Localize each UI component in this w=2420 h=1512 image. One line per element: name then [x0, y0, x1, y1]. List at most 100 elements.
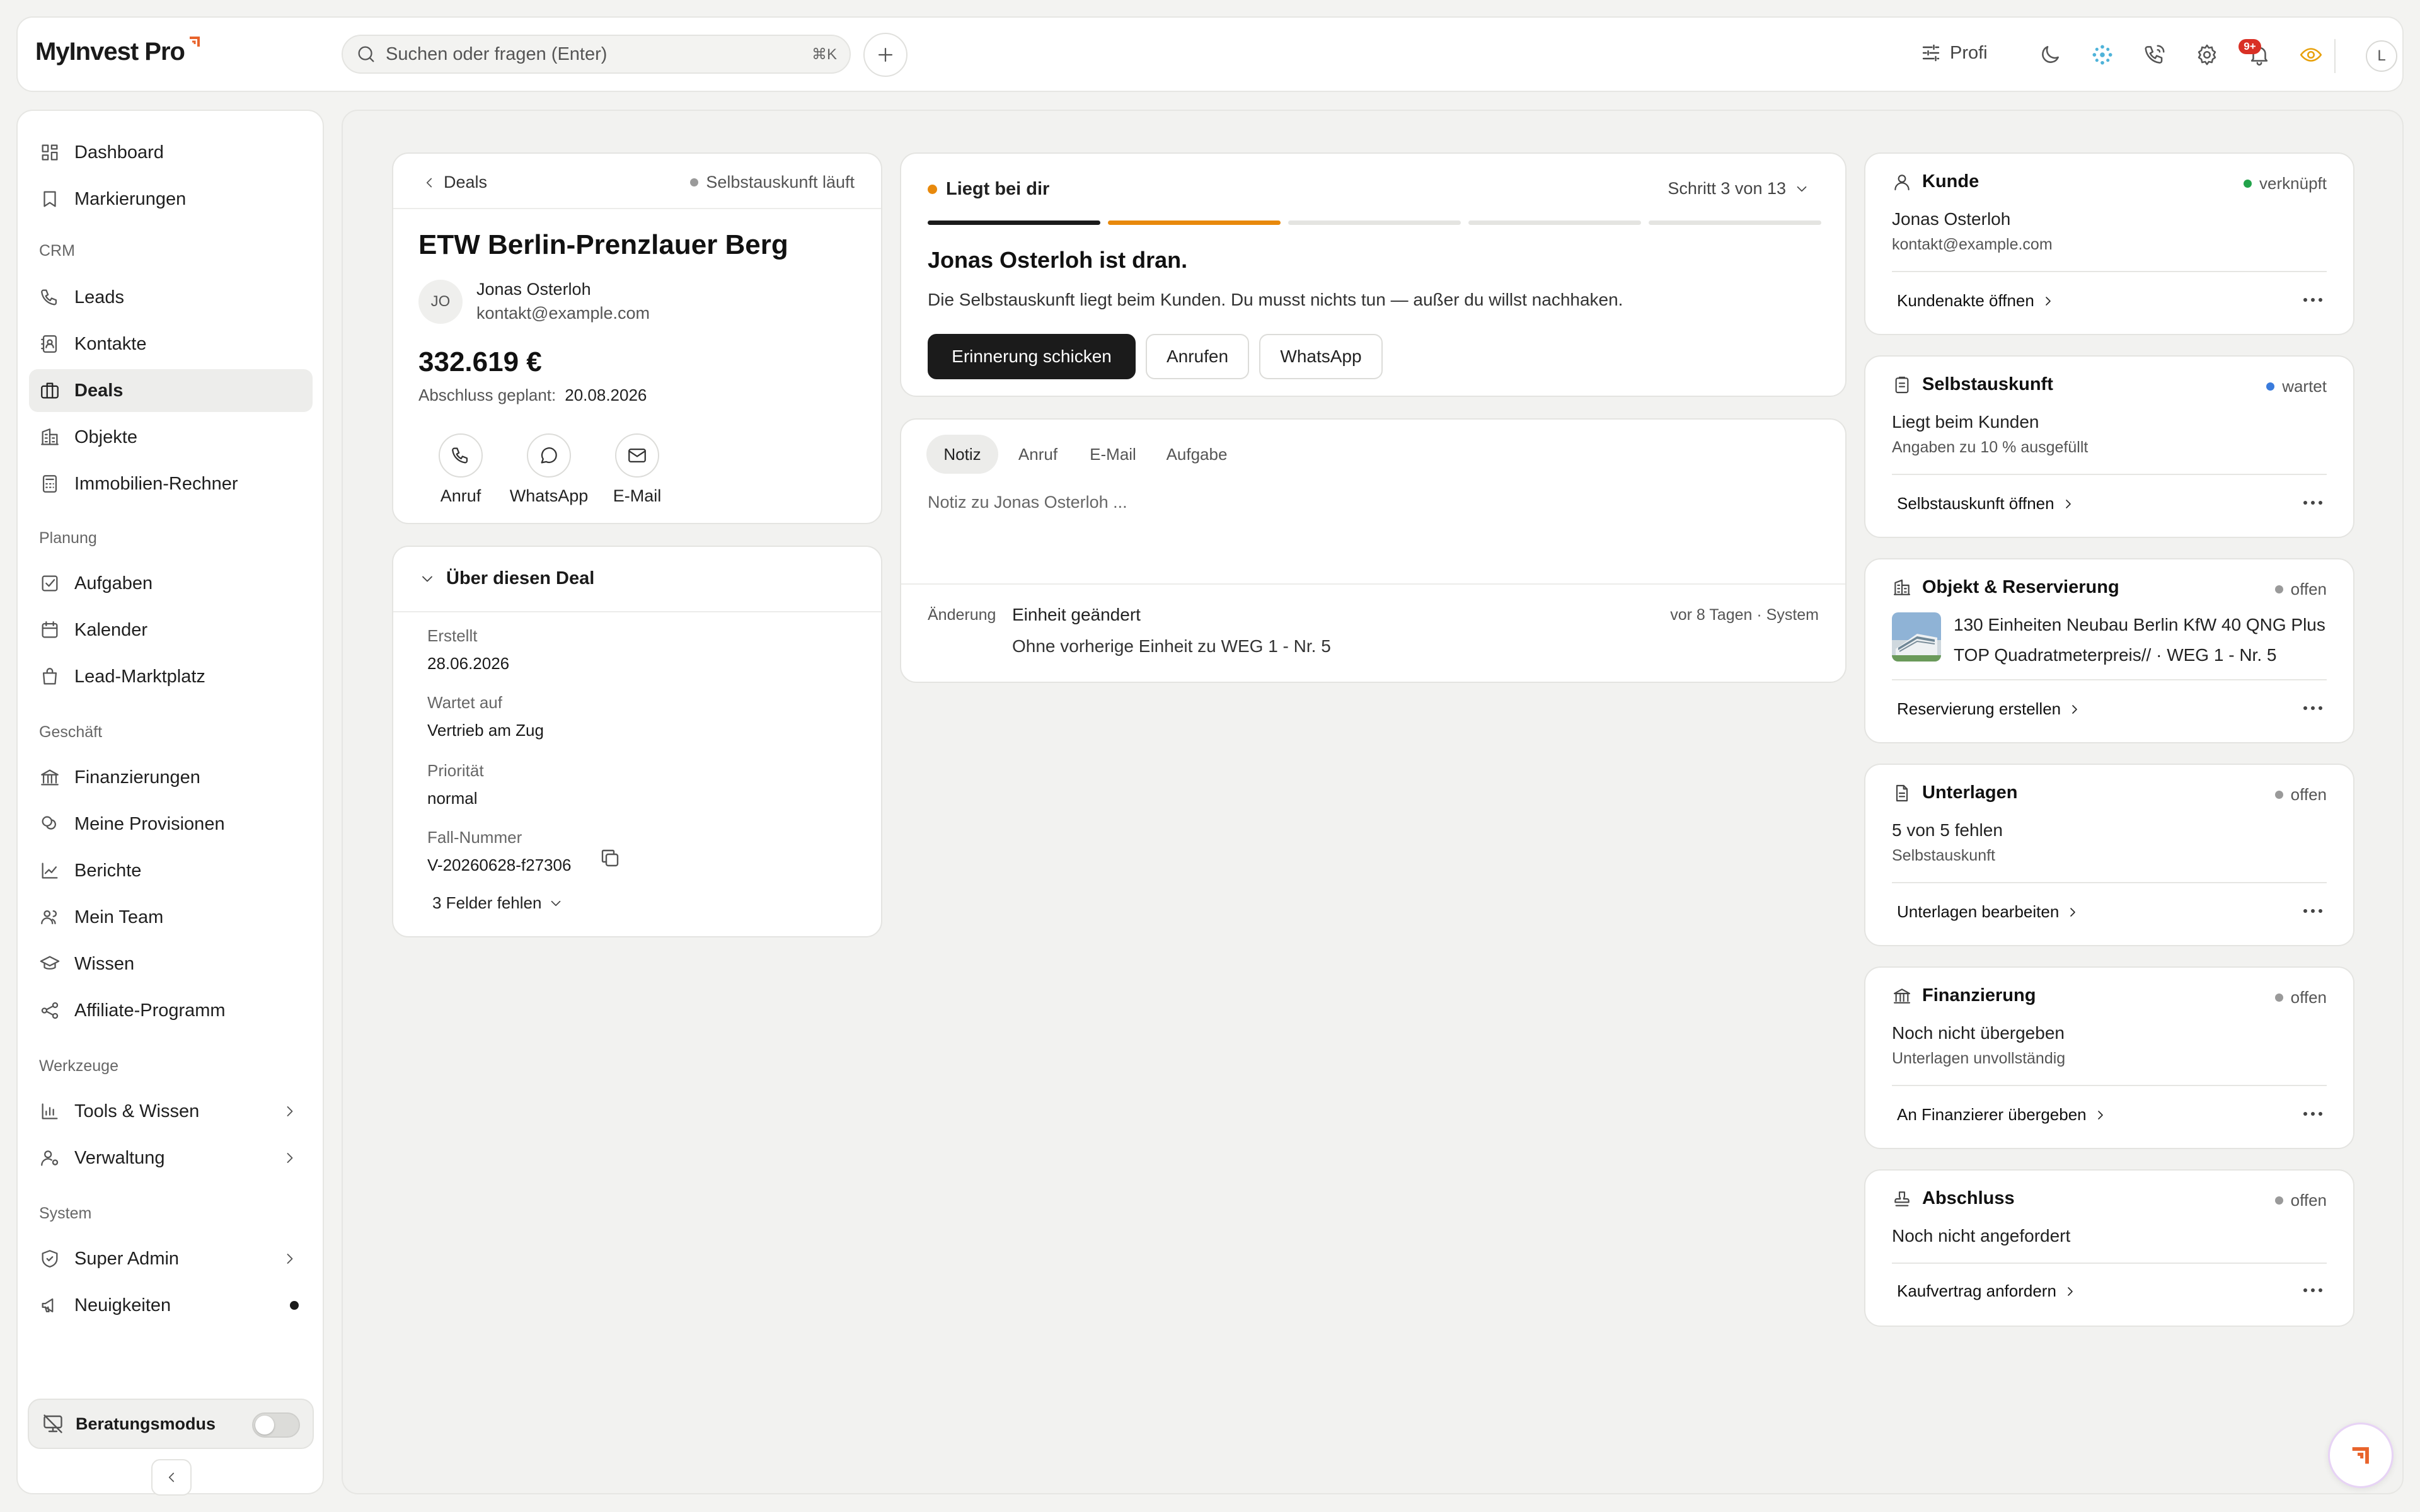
- sidebar-item-label: Finanzierungen: [74, 767, 200, 788]
- sidebar-item-tools-wissen[interactable]: Tools & Wissen: [29, 1090, 313, 1133]
- call-action-button[interactable]: Anruf: [420, 433, 502, 506]
- self-disclosure-status: Liegt beim Kunden: [1892, 412, 2039, 432]
- sidebar-item-neuigkeiten[interactable]: Neuigkeiten: [29, 1284, 313, 1327]
- shopping-bag-icon: [42, 668, 57, 685]
- sidebar-item-label: Neuigkeiten: [74, 1295, 171, 1315]
- sidebar-item-label: Dashboard: [74, 142, 164, 163]
- phone-button[interactable]: [2139, 39, 2170, 71]
- sidebar-item-label: Deals: [74, 380, 124, 401]
- copy-icon[interactable]: [599, 847, 621, 869]
- whatsapp-action-button[interactable]: WhatsApp: [508, 433, 590, 506]
- note-input[interactable]: Notiz zu Jonas Osterloh ...: [928, 493, 1127, 512]
- step-selector[interactable]: Schritt 3 von 13: [1668, 179, 1810, 198]
- phone-icon: [452, 447, 468, 464]
- profile-mode-label: Profi: [1950, 42, 1988, 63]
- email-action-button[interactable]: E-Mail: [596, 433, 678, 506]
- unread-dot: [290, 1301, 299, 1310]
- sidebar-item-wissen[interactable]: Wissen: [29, 942, 313, 985]
- more-options-icon[interactable]: [2300, 701, 2325, 716]
- clipboard-icon: [1895, 376, 1909, 393]
- handover-financer-link[interactable]: An Finanzierer übergeben: [1897, 1105, 2108, 1125]
- phone-call-icon: [2145, 45, 2165, 64]
- settings-button[interactable]: [2191, 39, 2223, 71]
- user-avatar[interactable]: L: [2366, 40, 2397, 72]
- contact-email[interactable]: kontakt@example.com: [476, 304, 650, 323]
- chevron-left-icon: [426, 178, 432, 187]
- pipeline-status-card: Liegt bei dir Schritt 3 von 13 Jonas Ost…: [900, 152, 1847, 397]
- call-action-circle[interactable]: [439, 433, 483, 478]
- more-options-icon[interactable]: [2300, 1106, 2325, 1121]
- sidebar-item-meine-provisionen[interactable]: Meine Provisionen: [29, 803, 313, 845]
- deal-details-toggle[interactable]: Über diesen Deal: [418, 568, 594, 589]
- sidebar-item-objekte[interactable]: Objekte: [29, 416, 313, 459]
- sidebar-item-super-admin[interactable]: Super Admin: [29, 1237, 313, 1280]
- status-text: offen: [2290, 785, 2327, 804]
- closing-status: Noch nicht angefordert: [1892, 1226, 2071, 1246]
- breadcrumb-back[interactable]: Deals: [421, 173, 487, 192]
- sidebar-item-label: Lead-Marktplatz: [74, 666, 205, 687]
- activity-meta: vor 8 Tagen · System: [1670, 606, 1819, 624]
- card-title: Objekt & Reservierung: [1922, 577, 2119, 597]
- search-input[interactable]: Suchen oder fragen (Enter) ⌘K: [342, 35, 851, 74]
- more-options-icon[interactable]: [2300, 1283, 2325, 1298]
- edit-documents-link[interactable]: Unterlagen bearbeiten: [1897, 902, 2080, 922]
- tab-anruf[interactable]: Anruf: [1006, 435, 1070, 474]
- share-icon: [41, 1002, 59, 1019]
- app-logo[interactable]: MyInvest Pro: [35, 37, 201, 66]
- open-self-disclosure-link[interactable]: Selbstauskunft öffnen: [1897, 494, 2076, 513]
- collapse-sidebar-button[interactable]: [151, 1459, 192, 1496]
- sidebar-item-label: Mein Team: [74, 907, 164, 927]
- add-button[interactable]: [863, 33, 908, 77]
- sidebar-item-markierungen[interactable]: Markierungen: [29, 178, 313, 220]
- tab-aufgabe[interactable]: Aufgabe: [1156, 435, 1238, 474]
- tab-email[interactable]: E-Mail: [1078, 435, 1148, 474]
- gear-icon: [2198, 44, 2216, 66]
- sidebar-item-kontakte[interactable]: Kontakte: [29, 323, 313, 365]
- more-options-icon[interactable]: [2300, 292, 2325, 307]
- whatsapp-button[interactable]: WhatsApp: [1259, 334, 1383, 379]
- chevron-right-icon: [2097, 1110, 2103, 1120]
- visibility-button[interactable]: [2295, 39, 2327, 71]
- contact-name[interactable]: Jonas Osterloh: [476, 280, 591, 299]
- customer-card: Kunde verknüpft Jonas Osterloh kontakt@e…: [1864, 152, 2354, 335]
- sidebar-item-leads[interactable]: Leads: [29, 276, 313, 319]
- property-thumbnail[interactable]: [1892, 612, 1941, 662]
- ai-assistant-button[interactable]: [2087, 39, 2118, 71]
- beratungsmodus-switch[interactable]: [252, 1412, 300, 1438]
- sidebar-item-lead-marktplatz[interactable]: Lead-Marktplatz: [29, 655, 313, 698]
- send-reminder-button[interactable]: Erinnerung schicken: [928, 334, 1136, 379]
- call-button[interactable]: Anrufen: [1146, 334, 1249, 379]
- field-value-wartet-auf: Vertrieb am Zug: [427, 721, 544, 740]
- open-customer-file-link[interactable]: Kundenakte öffnen: [1897, 291, 2056, 311]
- dark-mode-button[interactable]: [2034, 39, 2066, 71]
- sidebar-item-berichte[interactable]: Berichte: [29, 849, 313, 892]
- contact-avatar: JO: [418, 280, 463, 324]
- sidebar-item-deals[interactable]: Deals: [29, 369, 313, 412]
- sidebar-item-immobilien-rechner[interactable]: Immobilien-Rechner: [29, 462, 313, 505]
- sidebar-item-finanzierungen[interactable]: Finanzierungen: [29, 756, 313, 799]
- profile-mode-button[interactable]: Profi: [1920, 42, 1988, 64]
- create-reservation-link[interactable]: Reservierung erstellen: [1897, 699, 2082, 719]
- more-options-icon[interactable]: [2300, 903, 2325, 919]
- link-label: Reservierung erstellen: [1897, 699, 2061, 718]
- status-text: wartet: [2282, 377, 2327, 396]
- missing-fields-toggle[interactable]: 3 Felder fehlen: [432, 893, 564, 913]
- sidebar-item-label: Verwaltung: [74, 1147, 165, 1168]
- status-label-text: Liegt bei dir: [946, 179, 1050, 199]
- more-options-icon[interactable]: [2300, 495, 2325, 510]
- email-action-circle[interactable]: [615, 433, 659, 478]
- sidebar-item-dashboard[interactable]: Dashboard: [29, 131, 313, 174]
- whatsapp-action-circle[interactable]: [527, 433, 571, 478]
- tab-notiz[interactable]: Notiz: [926, 435, 998, 474]
- status-text: verknüpft: [2259, 174, 2327, 193]
- sidebar-item-aufgaben[interactable]: Aufgaben: [29, 562, 313, 605]
- request-contract-link[interactable]: Kaufvertrag anfordern: [1897, 1281, 2078, 1301]
- sidebar-item-verwaltung[interactable]: Verwaltung: [29, 1137, 313, 1179]
- sidebar-item-affiliate-programm[interactable]: Affiliate-Programm: [29, 989, 313, 1032]
- beratungsmodus-label: Beratungsmodus: [76, 1414, 216, 1433]
- sidebar-item-mein-team[interactable]: Mein Team: [29, 896, 313, 939]
- assistant-fab-button[interactable]: [2328, 1423, 2394, 1488]
- user-cog-icon: [41, 1150, 59, 1166]
- beratungsmodus-toggle-row[interactable]: Beratungsmodus: [28, 1399, 314, 1449]
- sidebar-item-kalender[interactable]: Kalender: [29, 609, 313, 651]
